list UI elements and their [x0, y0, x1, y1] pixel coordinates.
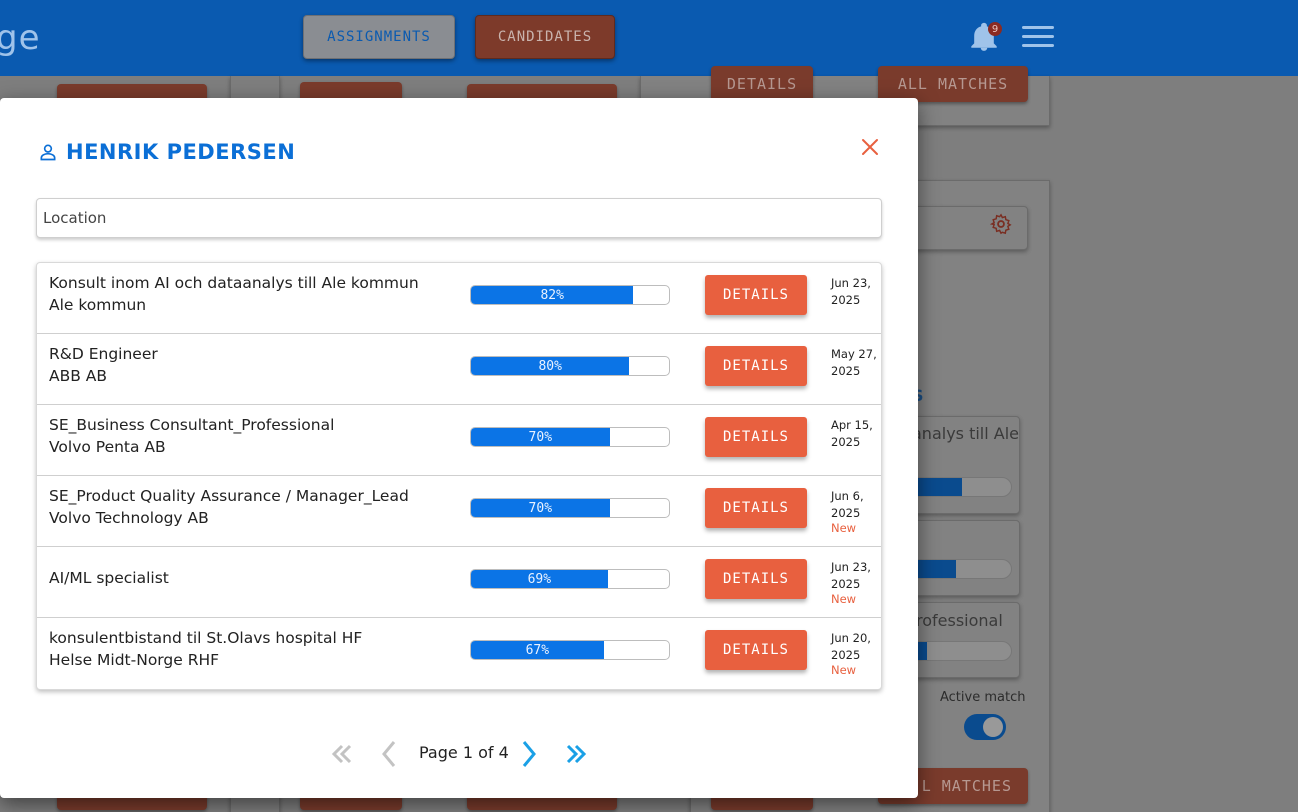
background-all-matches-button: ALL MATCHES [878, 66, 1028, 102]
match-row: SE_Product Quality Assurance / Manager_L… [37, 476, 881, 547]
match-progress-bar: 80% [470, 356, 670, 376]
background-card-title: analys till Ale [912, 424, 1020, 443]
match-percentage: 82% [540, 287, 564, 303]
assignments-button[interactable]: ASSIGNMENTS [303, 15, 455, 59]
assignment-title: Konsult inom AI och dataanalys till Ale … [49, 274, 419, 292]
pagination: Page 1 of 4 [0, 726, 918, 782]
company-name: Volvo Technology AB [49, 509, 209, 527]
company-name: Volvo Penta AB [49, 438, 166, 456]
assignment-title: AI/ML specialist [49, 569, 169, 587]
candidate-name: HENRIK PEDERSEN [66, 140, 296, 164]
match-percentage: 70% [528, 429, 553, 445]
match-row: R&D Engineer ABB AB 80% DETAILS May 27, 2025 [37, 334, 881, 405]
match-progress-bar: 67% [470, 640, 670, 660]
details-button[interactable]: DETAILS [705, 275, 807, 315]
gear-icon [990, 213, 1012, 235]
candidate-matches-modal: HENRIK PEDERSEN Location Konsult inom AI… [0, 98, 918, 798]
modal-title: HENRIK PEDERSEN [38, 140, 295, 164]
page-indicator: Page 1 of 4 [419, 743, 509, 762]
posted-date: Apr 15, 2025 [831, 418, 873, 449]
company-name: ABB AB [49, 367, 108, 385]
location-input[interactable]: Location [36, 198, 882, 238]
posted-date: May 27, 2025 [831, 347, 877, 378]
top-navbar: ge ASSIGNMENTS CANDIDATES 9 [0, 0, 1298, 76]
notification-count-badge: 9 [988, 22, 1002, 36]
match-row: SE_Business Consultant_Professional Volvo… [37, 405, 881, 476]
match-row: AI/ML specialist 69% DETAILS Jun 23, 2025 Ne… [37, 547, 881, 618]
match-percentage: 69% [527, 571, 552, 587]
app-logo[interactable]: ge [0, 18, 41, 58]
close-icon[interactable] [858, 135, 882, 159]
details-button[interactable]: DETAILS [705, 559, 807, 599]
details-button[interactable]: DETAILS [705, 417, 807, 457]
first-page-icon[interactable] [322, 734, 362, 774]
match-percentage: 80% [538, 358, 562, 374]
posted-date: Jun 20, 2025 [831, 631, 871, 662]
details-button[interactable]: DETAILS [705, 630, 807, 670]
background-details-button: DETAILS [711, 66, 813, 102]
match-row: Konsult inom AI och dataanalys till Ale … [37, 263, 881, 334]
previous-page-icon[interactable] [370, 734, 410, 774]
new-badge: New [831, 521, 857, 535]
company-name: Helse Midt-Norge RHF [49, 651, 220, 669]
background-card-title: rofessional [916, 611, 1003, 630]
candidates-button[interactable]: CANDIDATES [475, 15, 615, 59]
menu-icon[interactable] [1022, 26, 1054, 48]
matches-list: Konsult inom AI och dataanalys till Ale … [36, 262, 882, 690]
person-icon [40, 144, 56, 161]
match-percentage: 70% [528, 500, 553, 516]
match-progress-bar: 70% [470, 427, 670, 447]
match-progress-bar: 82% [470, 285, 670, 305]
match-percentage: 67% [525, 642, 550, 658]
last-page-icon[interactable] [556, 734, 596, 774]
assignment-title: konsulentbistand til St.Olavs hospital H… [49, 629, 363, 647]
posted-date: Jun 23, 2025 [831, 276, 871, 307]
details-button[interactable]: DETAILS [705, 488, 807, 528]
match-progress-bar: 69% [470, 569, 670, 589]
new-badge: New [831, 663, 857, 677]
assignment-title: R&D Engineer [49, 345, 158, 363]
active-match-toggle [964, 714, 1006, 740]
company-name: Ale kommun [49, 296, 147, 314]
new-badge: New [831, 592, 857, 606]
next-page-icon[interactable] [508, 734, 548, 774]
assignment-title: SE_Business Consultant_Professional [49, 416, 335, 434]
assignment-title: SE_Product Quality Assurance / Manager_L… [49, 487, 409, 505]
posted-date: Jun 23, 2025 [831, 560, 871, 591]
match-row: konsulentbistand til St.Olavs hospital H… [37, 618, 881, 689]
active-match-label: Active match [940, 690, 1026, 705]
details-button[interactable]: DETAILS [705, 346, 807, 386]
posted-date: Jun 6, 2025 [831, 489, 864, 520]
match-progress-bar: 70% [470, 498, 670, 518]
